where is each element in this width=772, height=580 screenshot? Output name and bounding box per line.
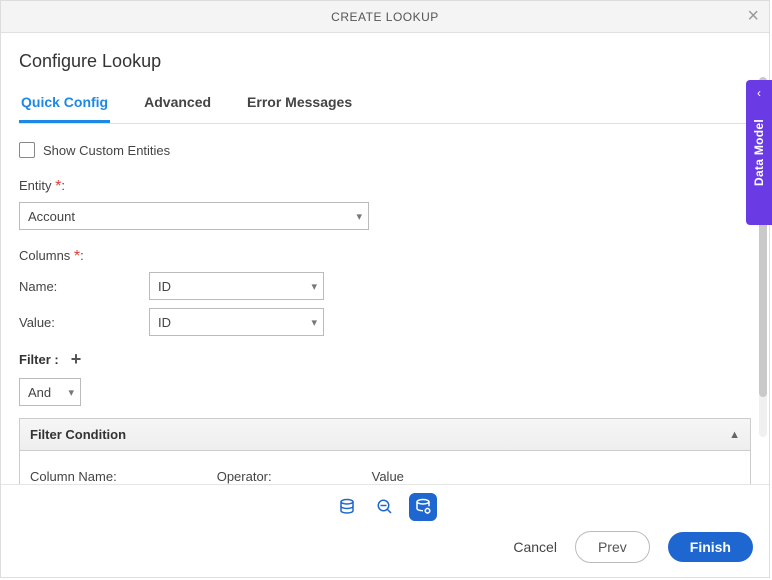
filter-condition-title: Filter Condition: [30, 427, 126, 442]
columns-name-label: Name:: [19, 279, 149, 294]
tab-error-messages[interactable]: Error Messages: [245, 86, 354, 123]
data-model-label: Data Model: [752, 119, 766, 186]
dialog-title: CREATE LOOKUP: [331, 10, 439, 24]
columns-label: Columns *:: [19, 248, 751, 266]
database-icon[interactable]: [333, 493, 361, 521]
filter-label: Filter :: [19, 352, 59, 367]
columns-value-label: Value:: [19, 315, 149, 330]
columns-value-select[interactable]: ID: [149, 308, 324, 336]
chevron-left-icon: ‹: [757, 86, 761, 100]
footer: Cancel Prev Finish: [1, 484, 769, 577]
zoom-out-icon[interactable]: [371, 493, 399, 521]
show-custom-entities-label: Show Custom Entities: [43, 143, 170, 158]
tab-quick-config[interactable]: Quick Config: [19, 86, 110, 123]
dialog-body: Configure Lookup Quick Config Advanced E…: [1, 33, 769, 484]
prev-button[interactable]: Prev: [575, 531, 650, 563]
required-asterisk: *: [55, 178, 61, 195]
columns-name-select[interactable]: ID: [149, 272, 324, 300]
database-settings-icon[interactable]: [409, 493, 437, 521]
titlebar: CREATE LOOKUP ×: [1, 1, 769, 33]
filter-logic-select[interactable]: And: [19, 378, 81, 406]
entity-select[interactable]: Account: [19, 202, 369, 230]
data-model-sidetab[interactable]: ‹ Data Model: [746, 80, 772, 225]
show-custom-entities-checkbox[interactable]: [19, 142, 35, 158]
tabs: Quick Config Advanced Error Messages: [19, 86, 751, 124]
page-title: Configure Lookup: [19, 51, 751, 72]
filter-value-label: Value: [372, 469, 404, 484]
required-asterisk: *: [74, 248, 80, 265]
filter-operator-label: Operator:: [217, 469, 272, 484]
collapse-icon[interactable]: ▲: [729, 429, 740, 441]
finish-button[interactable]: Finish: [668, 532, 753, 562]
filter-column-name-label: Column Name:: [30, 469, 117, 484]
close-icon[interactable]: ×: [747, 5, 759, 28]
tab-advanced[interactable]: Advanced: [142, 86, 213, 123]
filter-condition-panel: Filter Condition ▲ Column Name: Operator…: [19, 418, 751, 484]
add-filter-icon[interactable]: +: [71, 350, 82, 368]
cancel-button[interactable]: Cancel: [513, 539, 557, 555]
entity-label: Entity *:: [19, 178, 751, 196]
